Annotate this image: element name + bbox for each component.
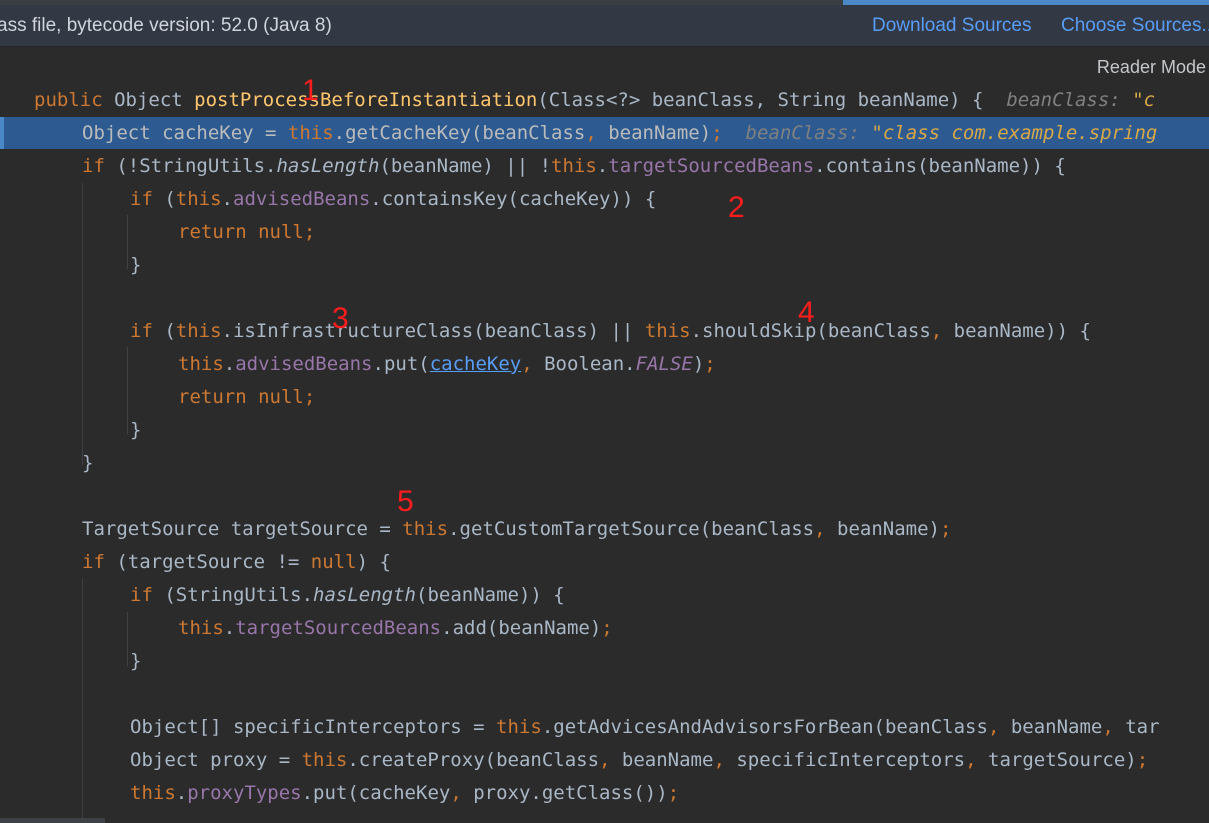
code-line: if (StringUtils.hasLength(beanName)) {	[130, 584, 565, 606]
code-line: TargetSource targetSource = this.getCust…	[82, 518, 952, 540]
annotation-marker-4: 4	[798, 296, 815, 329]
code-line: this.targetSourcedBeans.add(beanName);	[178, 617, 613, 639]
debug-line-marker	[0, 117, 4, 149]
indent-guide	[82, 579, 83, 823]
decompiled-file-banner: ass file, bytecode version: 52.0 (Java 8…	[0, 5, 1209, 47]
indent-guide	[127, 215, 128, 269]
code-line: if (targetSource != null) {	[82, 551, 391, 573]
code-line: }	[130, 419, 142, 441]
code-line: this.proxyTypes.put(cacheKey, proxy.getC…	[130, 782, 680, 804]
code-line: return null;	[178, 386, 316, 408]
code-line: Object[] specificInterceptors = this.get…	[130, 716, 1160, 738]
code-line: if (this.isInfrastructureClass(beanClass…	[130, 320, 1091, 342]
code-line: }	[130, 254, 142, 276]
inline-debug-hint: beanClass:	[745, 122, 872, 144]
annotation-marker-5: 5	[397, 485, 414, 518]
bytecode-info-text: ass file, bytecode version: 52.0 (Java 8…	[0, 15, 332, 36]
code-line: }	[82, 452, 94, 474]
choose-sources-link[interactable]: Choose Sources...	[1061, 15, 1209, 37]
horizontal-scrollbar-thumb[interactable]	[0, 818, 105, 823]
code-line-current: Object cacheKey = this.getCacheKey(beanC…	[82, 122, 1158, 144]
download-sources-link[interactable]: Download Sources	[872, 15, 1031, 37]
code-line: }	[130, 650, 142, 672]
code-line: Object proxy = this.createProxy(beanClas…	[130, 749, 1149, 771]
code-line: this.advisedBeans.put(cacheKey, Boolean.…	[178, 353, 716, 375]
annotation-marker-3: 3	[332, 302, 349, 335]
indent-guide	[127, 612, 128, 666]
code-line: public Object postProcessBeforeInstantia…	[34, 89, 1156, 111]
code-line: if (!StringUtils.hasLength(beanName) || …	[82, 155, 1066, 177]
cachekey-reference-link[interactable]: cacheKey	[430, 353, 522, 375]
indent-guide	[127, 347, 128, 434]
reader-mode-button[interactable]: Reader Mode	[1097, 57, 1206, 78]
inline-debug-hint: beanClass:	[1006, 89, 1133, 111]
indent-guide	[82, 183, 83, 465]
code-line: if (this.advisedBeans.containsKey(cacheK…	[130, 188, 657, 210]
annotation-marker-2: 2	[728, 191, 745, 224]
annotation-marker-1: 1	[302, 74, 319, 107]
code-line: return null;	[178, 221, 316, 243]
